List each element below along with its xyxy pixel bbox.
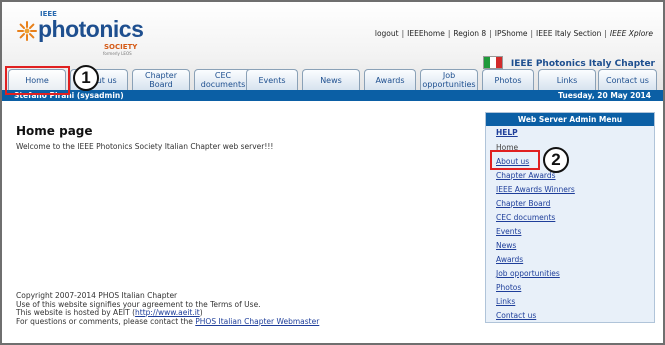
logo-formerly: formerly LEOS: [103, 51, 132, 56]
admin-menu-job-opportunities[interactable]: Job opportunities: [496, 269, 560, 278]
tab-chapter-board[interactable]: Chapter Board: [132, 69, 190, 90]
main-content: Home page Welcome to the IEEE Photonics …: [16, 124, 273, 151]
admin-menu-contact-us[interactable]: Contact us: [496, 311, 536, 320]
tab-cec-documents[interactable]: CEC documents: [194, 69, 252, 90]
highlight-box-about-us: [490, 150, 540, 170]
tab-job-opportunities[interactable]: Job opportunities: [420, 69, 478, 90]
admin-menu-events[interactable]: Events: [496, 227, 521, 236]
italy-flag-icon: [482, 56, 503, 69]
photonics-logo[interactable]: IEEE photonics SOCIETY formerly LEOS: [16, 10, 156, 58]
admin-menu-header: Web Server Admin Menu: [486, 113, 654, 126]
browser-page: IEEE photonics SOCIETY formerly LEOS log…: [0, 0, 665, 345]
tab-links[interactable]: Links: [538, 69, 596, 90]
ieee-home-link[interactable]: IEEEhome: [407, 29, 445, 38]
ips-home-link[interactable]: IPShome: [495, 29, 528, 38]
separator: |: [447, 29, 451, 38]
separator: |: [604, 29, 607, 38]
highlight-box-home-tab: [5, 66, 70, 95]
tab-awards[interactable]: Awards: [364, 69, 416, 90]
step-badge-2: 2: [543, 147, 569, 173]
top-links: logout | IEEEhome | Region 8 | IPShome | IEEE It…: [375, 29, 653, 38]
logo-name: photonics: [38, 16, 144, 42]
admin-menu-cec-documents[interactable]: CEC documents: [496, 213, 555, 222]
admin-menu-photos[interactable]: Photos: [496, 283, 521, 292]
welcome-text: Welcome to the IEEE Photonics Society It…: [16, 142, 274, 151]
photonics-burst-icon: [17, 21, 37, 41]
tab-contact-us[interactable]: Contact us: [598, 69, 657, 90]
current-date: Tuesday, 20 May 2014: [558, 91, 651, 100]
admin-menu-links[interactable]: Links: [496, 297, 515, 306]
admin-menu-awards[interactable]: Awards: [496, 255, 523, 264]
status-bar: Stefano Pirani (sysadmin) Tuesday, 20 Ma…: [2, 90, 663, 101]
tab-events[interactable]: Events: [246, 69, 298, 90]
contact-prefix: For questions or comments, please contac…: [16, 316, 196, 326]
admin-menu-news[interactable]: News: [496, 241, 516, 250]
separator: |: [401, 29, 405, 38]
chapter-title-text: IEEE Photonics Italy Chapter: [510, 59, 655, 69]
site-header: IEEE photonics SOCIETY formerly LEOS log…: [2, 2, 663, 95]
admin-menu-help[interactable]: HELP: [496, 128, 518, 137]
separator: |: [489, 29, 492, 38]
admin-menu-chapter-board[interactable]: Chapter Board: [496, 199, 550, 208]
logout-link[interactable]: logout: [375, 29, 399, 38]
admin-menu-chapter-awards[interactable]: Chapter Awards: [496, 171, 556, 180]
admin-menu: Web Server Admin Menu HELP Home About us…: [485, 112, 655, 323]
page-footer: Copyright 2007-2014 PHOS Italian Chapter…: [16, 291, 319, 327]
contact-text: For questions or comments, please contac…: [16, 316, 319, 327]
region8-link[interactable]: Region 8: [453, 29, 486, 38]
separator: |: [530, 29, 534, 38]
admin-menu-ieee-awards-winners[interactable]: IEEE Awards Winners: [496, 185, 575, 194]
tab-photos[interactable]: Photos: [482, 69, 534, 90]
step-badge-1: 1: [73, 65, 99, 91]
ieee-italy-section-link[interactable]: IEEE Italy Section: [536, 29, 601, 38]
ieee-xplore-link[interactable]: IEEE Xplore: [610, 29, 653, 38]
webmaster-link[interactable]: PHOS Italian Chapter Webmaster: [195, 317, 319, 326]
logo-society: SOCIETY: [104, 43, 138, 51]
chapter-title: IEEE Photonics Italy Chapter: [482, 56, 655, 69]
flag-stripe: [495, 57, 502, 68]
page-title: Home page: [16, 124, 93, 138]
tab-news[interactable]: News: [302, 69, 360, 90]
